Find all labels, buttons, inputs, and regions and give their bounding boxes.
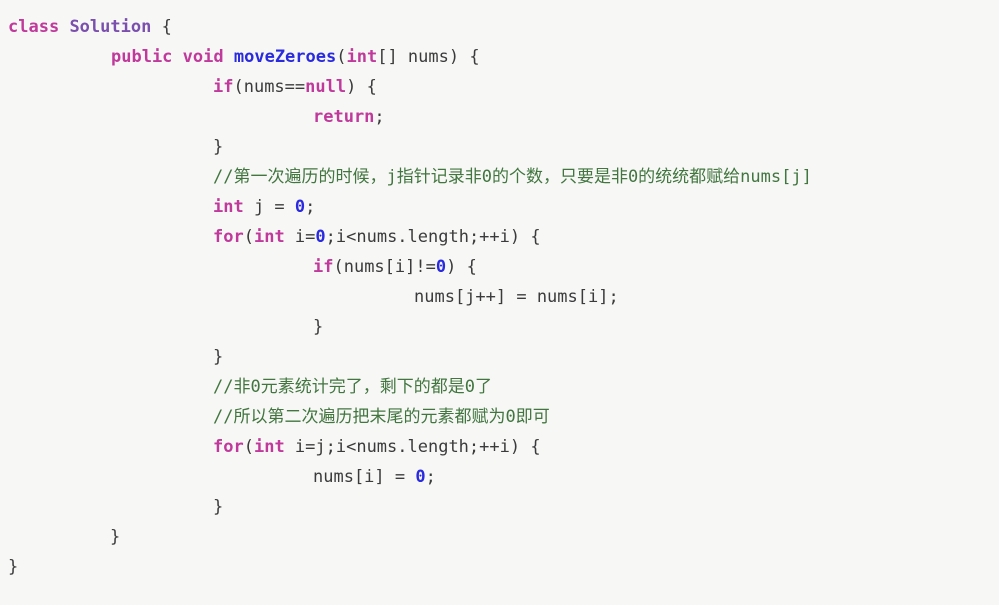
code-token: ; (305, 197, 316, 217)
code-token: } (213, 137, 224, 157)
code-token: moveZeroes (233, 47, 337, 67)
code-token: ( (336, 47, 347, 67)
code-line: } (0, 342, 999, 372)
code-viewer[interactable]: class Solution {public void moveZeroes(i… (0, 0, 999, 605)
code-token: ) { (446, 257, 477, 277)
code-token: ;i<nums.length;++i) { (325, 227, 541, 247)
code-line: nums[i] = 0; (0, 462, 999, 492)
code-line: } (0, 312, 999, 342)
code-token: nums[i] = (313, 467, 416, 487)
code-token: int (253, 437, 285, 457)
code-line: nums[j++] = nums[i]; (0, 282, 999, 312)
code-token: return (313, 107, 375, 127)
code-token: (nums== (233, 77, 306, 97)
code-token: int (213, 197, 244, 217)
code-token: i= (284, 227, 316, 247)
code-token: 0 (294, 197, 306, 217)
code-token: } (110, 527, 121, 547)
code-token: (nums[i]!= (333, 257, 436, 277)
code-token: void (182, 47, 224, 67)
code-token: class (8, 17, 60, 37)
code-token: int (253, 227, 285, 247)
code-token: for (213, 227, 244, 247)
code-token: 0 (415, 467, 426, 487)
code-token: ( (243, 227, 254, 247)
code-token: ; (374, 107, 385, 127)
code-line: class Solution { (0, 12, 999, 42)
code-token: } (313, 317, 324, 337)
code-token: //第一次遍历的时候，j指针记录非0的个数，只要是非0的统统都赋给nums[j] (213, 167, 812, 187)
code-line: return; (0, 102, 999, 132)
code-token: } (213, 347, 224, 367)
code-token: public (111, 47, 173, 67)
code-line: } (0, 132, 999, 162)
code-token: nums[j++] = nums[i]; (414, 287, 619, 307)
code-token: [] nums) { (377, 47, 480, 67)
code-line: for(int i=j;i<nums.length;++i) { (0, 432, 999, 462)
code-token: if (313, 257, 334, 277)
code-line: public void moveZeroes(int[] nums) { (0, 42, 999, 72)
code-line: //非0元素统计完了，剩下的都是0了 (0, 372, 999, 402)
code-token: int (346, 47, 378, 67)
code-token: //所以第二次遍历把末尾的元素都赋为0即可 (213, 407, 550, 427)
code-line: if(nums==null) { (0, 72, 999, 102)
code-line: int j = 0; (0, 192, 999, 222)
code-token: { (151, 17, 172, 37)
code-token: //非0元素统计完了，剩下的都是0了 (213, 377, 492, 397)
code-token: ( (243, 437, 254, 457)
code-token: 0 (315, 227, 326, 247)
code-token: 0 (435, 257, 447, 277)
code-token: ; (425, 467, 436, 487)
code-token: Solution (69, 17, 152, 37)
code-token: i=j;i<nums.length;++i) { (284, 437, 541, 457)
code-line: if(nums[i]!=0) { (0, 252, 999, 282)
code-block: class Solution {public void moveZeroes(i… (0, 12, 999, 582)
code-line: } (0, 492, 999, 522)
code-token: } (213, 497, 224, 517)
code-token: } (8, 557, 19, 577)
code-line: } (0, 552, 999, 582)
code-token: for (213, 437, 244, 457)
code-line: for(int i=0;i<nums.length;++i) { (0, 222, 999, 252)
code-token: ) { (346, 77, 377, 97)
code-token: j = (243, 197, 295, 217)
code-line: //第一次遍历的时候，j指针记录非0的个数，只要是非0的统统都赋给nums[j] (0, 162, 999, 192)
code-line: } (0, 522, 999, 552)
code-line: //所以第二次遍历把末尾的元素都赋为0即可 (0, 402, 999, 432)
code-token: if (213, 77, 234, 97)
code-token: null (305, 77, 347, 97)
